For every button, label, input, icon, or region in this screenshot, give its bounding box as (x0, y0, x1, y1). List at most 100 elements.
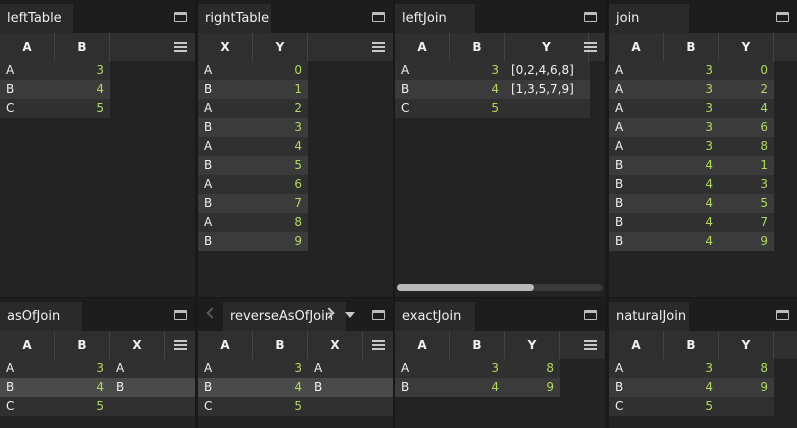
column-menu-icon[interactable] (174, 42, 187, 52)
column-menu-icon[interactable] (174, 340, 187, 350)
table-cell[interactable]: B (198, 232, 253, 251)
tab-leftJoin[interactable]: leftJoin (395, 4, 475, 33)
table-cell[interactable]: B (609, 194, 664, 213)
column-header[interactable]: A (609, 331, 664, 359)
table-row[interactable]: A38 (395, 359, 560, 378)
table-row[interactable]: C5 (0, 397, 195, 416)
table-cell[interactable]: 3 (664, 359, 719, 378)
table-cell[interactable]: 1 (719, 156, 774, 175)
table-cell[interactable]: 3 (664, 80, 719, 99)
tab-naturalJoin[interactable]: naturalJoin (609, 302, 689, 331)
table-row[interactable]: B43 (609, 175, 774, 194)
table-cell[interactable]: 0 (253, 61, 308, 80)
column-header[interactable]: B (450, 33, 505, 61)
table-cell[interactable]: 4 (55, 378, 110, 397)
table-cell[interactable]: 3 (664, 99, 719, 118)
table-cell[interactable]: 4 (664, 213, 719, 232)
table-cell[interactable]: 3 (664, 118, 719, 137)
table-row[interactable]: A3 (0, 61, 110, 80)
table-cell[interactable]: 3 (450, 61, 505, 80)
column-header[interactable]: A (0, 33, 55, 61)
tab-exactJoin[interactable]: exactJoin (395, 302, 475, 331)
table-row[interactable]: A3A (0, 359, 195, 378)
table-cell[interactable]: 4 (450, 80, 505, 99)
table-cell[interactable]: 3 (719, 175, 774, 194)
table-row[interactable]: A30 (609, 61, 774, 80)
column-header[interactable]: Y (719, 33, 774, 61)
column-header[interactable]: B (664, 33, 719, 61)
window-maximize-icon[interactable] (372, 12, 385, 22)
table-cell[interactable]: 2 (253, 99, 308, 118)
table-cell[interactable]: [1,3,5,7,9] (505, 80, 589, 99)
table-cell[interactable]: A (198, 359, 253, 378)
column-header[interactable]: Y (719, 331, 774, 359)
table-cell[interactable]: A (395, 61, 450, 80)
table-cell[interactable]: B (0, 378, 55, 397)
table-row[interactable]: C5 (198, 397, 393, 416)
table-cell[interactable]: 3 (253, 359, 308, 378)
column-header[interactable]: Y (505, 33, 589, 61)
table-cell[interactable]: 7 (719, 213, 774, 232)
table-cell[interactable]: 7 (253, 194, 308, 213)
table-row[interactable]: A36 (609, 118, 774, 137)
window-maximize-icon[interactable] (584, 310, 597, 320)
table-cell[interactable]: 4 (664, 378, 719, 397)
table-cell[interactable]: B (198, 378, 253, 397)
table-cell[interactable]: B (198, 80, 253, 99)
table-cell[interactable]: 5 (664, 397, 719, 416)
table-cell[interactable]: 8 (719, 137, 774, 156)
table-row[interactable]: A6 (198, 175, 308, 194)
tab-rightTable[interactable]: rightTable (198, 4, 271, 33)
table-cell[interactable] (719, 397, 774, 416)
table-cell[interactable]: B (609, 156, 664, 175)
chevron-left-icon[interactable] (206, 307, 218, 319)
table-cell[interactable]: B (198, 194, 253, 213)
table-row[interactable]: B3 (198, 118, 308, 137)
caret-down-icon[interactable] (345, 312, 355, 318)
column-header[interactable]: A (395, 331, 450, 359)
table-row[interactable]: B1 (198, 80, 308, 99)
window-maximize-icon[interactable] (372, 310, 385, 320)
table-cell[interactable]: A (198, 213, 253, 232)
column-header[interactable]: B (664, 331, 719, 359)
table-cell[interactable]: 5 (253, 156, 308, 175)
table-cell[interactable]: 4 (253, 137, 308, 156)
table-row[interactable]: A0 (198, 61, 308, 80)
column-header[interactable]: Y (253, 33, 308, 61)
table-cell[interactable]: 1 (253, 80, 308, 99)
column-header[interactable]: X (110, 331, 165, 359)
column-header[interactable]: A (0, 331, 55, 359)
tab-asOfJoin[interactable]: asOfJoin (0, 302, 82, 331)
table-cell[interactable]: B (609, 175, 664, 194)
column-header[interactable]: A (609, 33, 664, 61)
table-cell[interactable]: A (198, 61, 253, 80)
table-row[interactable]: B4B (198, 378, 393, 397)
table-cell[interactable]: B (198, 118, 253, 137)
column-header[interactable]: Y (505, 331, 560, 359)
column-header[interactable]: A (198, 331, 253, 359)
table-cell[interactable]: B (609, 213, 664, 232)
window-maximize-icon[interactable] (174, 12, 187, 22)
column-menu-icon[interactable] (372, 340, 385, 350)
table-row[interactable]: A3A (198, 359, 393, 378)
table-row[interactable]: A2 (198, 99, 308, 118)
column-header[interactable]: X (198, 33, 253, 61)
table-cell[interactable]: A (609, 118, 664, 137)
table-cell[interactable]: 3 (450, 359, 505, 378)
column-header[interactable]: A (395, 33, 450, 61)
table-row[interactable]: C5 (609, 397, 774, 416)
table-cell[interactable]: 4 (719, 99, 774, 118)
column-header[interactable]: X (308, 331, 363, 359)
column-menu-icon[interactable] (584, 42, 597, 52)
tab-join[interactable]: join (609, 4, 689, 33)
table-cell[interactable]: 6 (719, 118, 774, 137)
column-header[interactable]: B (253, 331, 308, 359)
table-row[interactable]: B4B (0, 378, 195, 397)
table-row[interactable]: B49 (395, 378, 560, 397)
table-row[interactable]: B 4 [1,3,5,7,9] (395, 80, 590, 99)
table-row[interactable]: A8 (198, 213, 308, 232)
table-cell[interactable]: A (395, 359, 450, 378)
table-cell[interactable]: 5 (55, 99, 110, 118)
table-cell[interactable]: 9 (719, 232, 774, 251)
table-cell[interactable]: 4 (450, 378, 505, 397)
